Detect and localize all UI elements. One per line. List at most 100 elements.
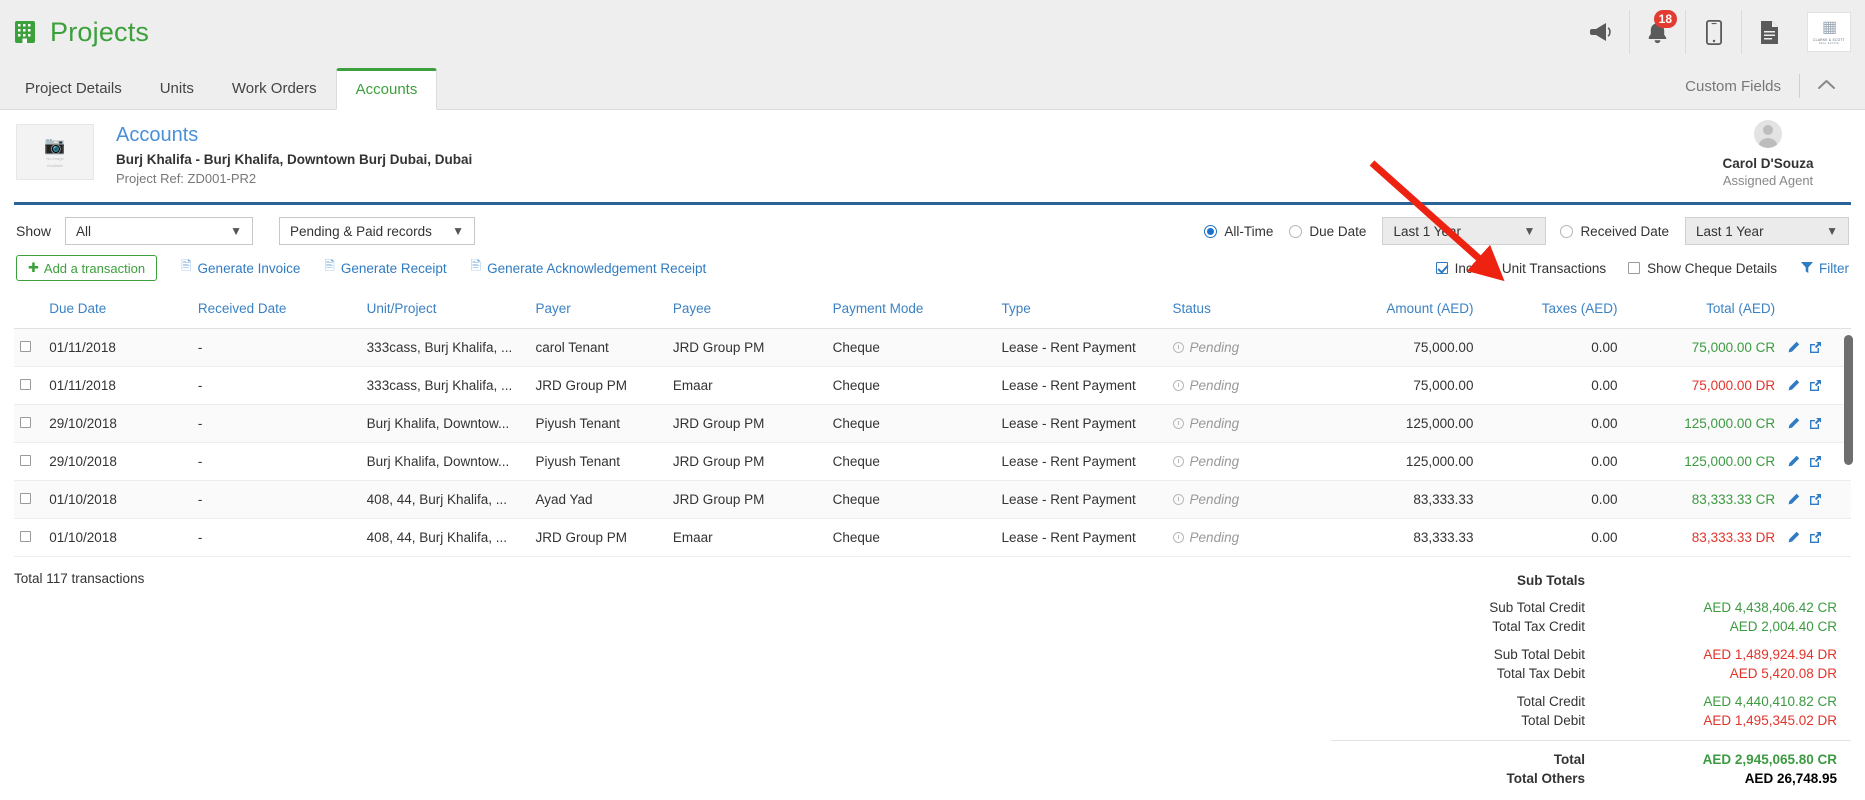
cell-actions (1781, 404, 1851, 443)
custom-fields-link[interactable]: Custom Fields (1667, 78, 1799, 95)
chevron-up-icon[interactable] (1800, 77, 1851, 95)
generate-invoice-link[interactable]: 🖹 Generate Invoice (181, 257, 300, 279)
page-title[interactable]: Accounts (116, 124, 472, 147)
cell-total: 83,333.33 CR (1623, 480, 1782, 519)
cell-payment-mode: Cheque (826, 366, 996, 405)
tab-bar: Project Details Units Work Orders Accoun… (0, 64, 1865, 110)
generate-receipt-link[interactable]: 🖹 Generate Receipt (324, 257, 446, 279)
grand-total-row: Total AED 2,945,065.80 CR (1331, 750, 1851, 769)
total-others-label: Total Others (1506, 771, 1585, 786)
records-status-select[interactable]: Pending & Paid records ▼ (279, 217, 476, 245)
cell-received-date: - (191, 480, 361, 519)
mobile-icon[interactable] (1685, 10, 1741, 54)
radio-due-date[interactable]: Due Date (1289, 224, 1366, 239)
open-external-icon[interactable] (1809, 531, 1822, 544)
edit-icon[interactable] (1787, 531, 1800, 544)
funnel-icon (1801, 261, 1813, 276)
show-cheque-details-control[interactable] (1628, 262, 1641, 274)
due-date-range-select[interactable]: Last 1 Year ▼ (1382, 217, 1547, 245)
totals-line-value: AED 2,004.40 CR (1729, 619, 1837, 634)
radio-received-date[interactable]: Received Date (1560, 224, 1669, 239)
totals-line-label: Total Debit (1521, 713, 1585, 728)
action-bar-right: Include Unit Transactions Show Cheque De… (1414, 261, 1849, 276)
radio-due-date-control[interactable] (1289, 224, 1303, 238)
cell-status: Pending (1166, 480, 1313, 519)
col-type[interactable]: Type (995, 295, 1167, 329)
due-date-range-value: Last 1 Year (1393, 223, 1461, 239)
col-amount[interactable]: Amount (AED) (1312, 295, 1480, 329)
col-status[interactable]: Status (1166, 295, 1313, 329)
sub-totals-spacer (1601, 571, 1851, 590)
radio-all-time-control[interactable] (1204, 224, 1218, 238)
edit-icon[interactable] (1787, 493, 1800, 506)
action-bar: ✚ Add a transaction 🖹 Generate Invoice 🖹… (0, 245, 1865, 281)
cell-payee: Emaar (666, 518, 827, 557)
include-unit-transactions-checkbox[interactable]: Include Unit Transactions (1435, 261, 1606, 276)
open-external-icon[interactable] (1809, 379, 1822, 392)
open-external-icon[interactable] (1809, 493, 1822, 506)
row-select-checkbox[interactable] (14, 518, 44, 557)
open-external-icon[interactable] (1809, 417, 1822, 430)
row-select-checkbox[interactable] (14, 404, 44, 443)
col-payee[interactable]: Payee (666, 295, 827, 329)
open-external-icon[interactable] (1809, 455, 1822, 468)
table-scrollbar[interactable] (1844, 335, 1853, 547)
col-taxes[interactable]: Taxes (AED) (1479, 295, 1624, 329)
col-due-date[interactable]: Due Date (43, 295, 192, 329)
bell-icon[interactable]: 18 (1629, 10, 1685, 54)
radio-received-date-control[interactable] (1560, 224, 1574, 238)
row-select-checkbox[interactable] (14, 366, 44, 405)
row-select-checkbox[interactable] (14, 328, 44, 367)
edit-icon[interactable] (1787, 379, 1800, 392)
company-logo-line2: REAL ESTATE (1818, 41, 1840, 45)
cell-actions (1781, 442, 1851, 481)
table-row[interactable]: 01/10/2018-408, 44, Burj Khalifa, ... JRD… (14, 518, 1851, 557)
edit-icon[interactable] (1787, 417, 1800, 430)
thumb-placeholder-line1: No Image (46, 155, 64, 161)
tab-units[interactable]: Units (141, 69, 213, 109)
table-scrollbar-thumb[interactable] (1844, 335, 1853, 465)
row-select-checkbox[interactable] (14, 480, 44, 519)
cell-total: 75,000.00 CR (1623, 328, 1782, 367)
cell-taxes: 0.00 (1479, 518, 1624, 557)
totals-line-label: Total Tax Credit (1492, 619, 1585, 634)
col-payment-mode[interactable]: Payment Mode (826, 295, 996, 329)
thumb-placeholder-line2: Available (46, 162, 64, 168)
add-transaction-button[interactable]: ✚ Add a transaction (16, 255, 158, 281)
cell-received-date: - (191, 518, 361, 557)
tab-work-orders[interactable]: Work Orders (213, 69, 336, 109)
col-payer[interactable]: Payer (529, 295, 667, 329)
show-cheque-details-checkbox[interactable]: Show Cheque Details (1628, 261, 1777, 276)
tab-accounts[interactable]: Accounts (335, 68, 438, 110)
edit-icon[interactable] (1787, 455, 1800, 468)
company-logo[interactable]: ▦ CLARKE & SCOTT REAL ESTATE (1807, 12, 1851, 52)
open-external-icon[interactable] (1809, 341, 1822, 354)
chevron-down-icon: ▼ (230, 224, 243, 238)
table-row[interactable]: 01/11/2018-333cass, Burj Khalifa, ... car… (14, 328, 1851, 367)
col-total[interactable]: Total (AED) (1623, 295, 1782, 329)
col-received-date[interactable]: Received Date (191, 295, 361, 329)
cell-status: Pending (1166, 404, 1313, 443)
cell-due-date: 01/11/2018 (43, 366, 192, 405)
table-row[interactable]: 29/10/2018- Burj Khalifa, Downtow... Piyus… (14, 442, 1851, 481)
brand[interactable]: Projects (14, 17, 149, 48)
table-row[interactable]: 01/10/2018-408, 44, Burj Khalifa, ... Aya… (14, 480, 1851, 519)
show-select[interactable]: All ▼ (65, 217, 254, 245)
table-row[interactable]: 01/11/2018-333cass, Burj Khalifa, ... JRD… (14, 366, 1851, 405)
table-row[interactable]: 29/10/2018- Burj Khalifa, Downtow... Piyus… (14, 404, 1851, 443)
radio-due-date-label: Due Date (1309, 223, 1367, 239)
include-unit-transactions-control[interactable] (1435, 262, 1448, 274)
col-unit-project[interactable]: Unit/Project (360, 295, 530, 329)
document-icon[interactable] (1741, 10, 1797, 54)
filter-button[interactable]: Filter (1801, 261, 1849, 276)
totals-panel: Sub Totals Sub Total Credit AED 4,438,406… (1331, 571, 1851, 788)
edit-icon[interactable] (1787, 341, 1800, 354)
brand-title: Projects (50, 16, 150, 47)
cell-unit-project: 333cass, Burj Khalifa, ... (360, 366, 530, 405)
generate-acknowledgement-receipt-link[interactable]: 🖹 Generate Acknowledgement Receipt (471, 257, 707, 279)
tab-project-details[interactable]: Project Details (6, 69, 141, 109)
received-date-range-select[interactable]: Last 1 Year ▼ (1685, 217, 1849, 245)
megaphone-icon[interactable] (1573, 10, 1629, 54)
radio-all-time[interactable]: All-Time (1204, 224, 1273, 239)
row-select-checkbox[interactable] (14, 442, 44, 481)
